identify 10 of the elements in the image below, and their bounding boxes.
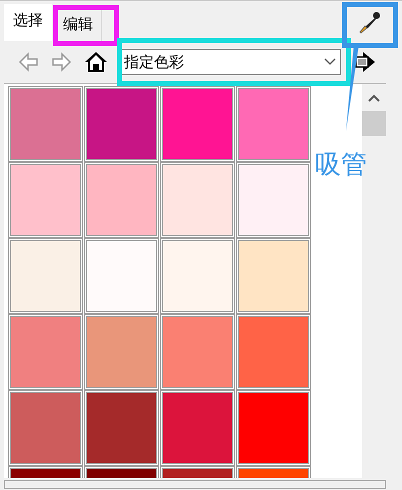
back-arrow-icon[interactable] [18,52,40,72]
home-icon[interactable] [84,50,108,74]
color-set-dropdown[interactable]: 指定色彩 [120,49,341,75]
callout-label: 吸管 [315,149,367,182]
chevron-down-icon [324,58,336,66]
horizontal-scrollbar[interactable] [4,480,386,489]
scrollbar-thumb[interactable] [362,111,386,136]
forward-arrow-icon[interactable] [50,52,72,72]
scroll-up-icon[interactable] [368,94,380,102]
tab[interactable]: 选择 [4,4,52,41]
